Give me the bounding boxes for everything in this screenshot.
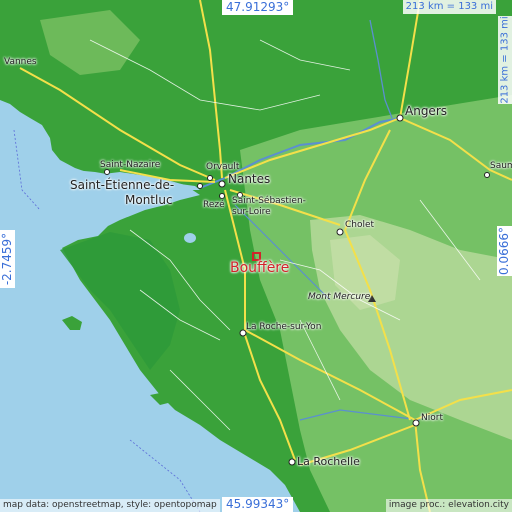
scale-vertical: 213 km = 133 mi (499, 16, 511, 104)
label-mont-mercure: Mont Mercure (308, 292, 371, 302)
coord-bottom: 45.99343° (222, 497, 294, 512)
label-saumur: Saum (490, 161, 512, 171)
coord-right: 0.0666° (497, 227, 511, 275)
city-marker-saumur (484, 172, 490, 178)
city-marker-steti (197, 183, 203, 189)
attribution-left: map data: openstreetmap, style: opentopo… (0, 499, 220, 512)
coord-right-box: 0.0666° (497, 226, 512, 276)
coord-top: 47.91293° (222, 0, 294, 15)
city-marker-niort (412, 419, 420, 427)
label-saint-sebastien-2: sur-Loire (232, 207, 271, 217)
coord-left-box: -2.7459° (0, 230, 15, 288)
sea-boundary (13, 129, 41, 211)
label-vannes: Vannes (4, 57, 37, 67)
label-reze: Rezé (203, 200, 225, 210)
label-niort: Niort (421, 413, 443, 423)
city-marker-orvault (207, 175, 213, 181)
label-orvault: Orvault (206, 162, 240, 172)
label-saint-nazaire: Saint-Nazaire (100, 160, 161, 170)
lake (184, 233, 196, 243)
label-nantes: Nantes (228, 172, 271, 186)
label-la-rochelle: La Rochelle (297, 455, 360, 468)
city-marker-reze (219, 193, 225, 199)
label-saint-etienne-1: Saint-Étienne-de- (70, 178, 175, 192)
topographic-map (0, 0, 512, 512)
label-saint-etienne-2: Montluc (125, 193, 173, 207)
island (62, 316, 82, 330)
scale-horizontal: 213 km = 133 mi (402, 0, 496, 14)
coord-left: -2.7459° (0, 232, 14, 286)
label-la-roche-sur-yon: La Roche-sur-Yon (246, 322, 322, 332)
label-saint-sebastien-1: Saint-Sébastien- (232, 196, 306, 206)
label-cholet: Cholet (345, 220, 375, 230)
label-target-town: Bouffère (230, 260, 290, 276)
city-marker-angers (396, 114, 404, 122)
city-marker-larochelle (288, 458, 296, 466)
scale-vertical-box: 213 km = 133 mi (498, 16, 512, 104)
city-marker-stnazaire (104, 169, 110, 175)
attribution-right: image proc.: elevation.city (385, 499, 512, 512)
city-marker-cholet (336, 228, 344, 236)
label-angers: Angers (405, 104, 447, 118)
city-marker-nantes (218, 180, 226, 188)
